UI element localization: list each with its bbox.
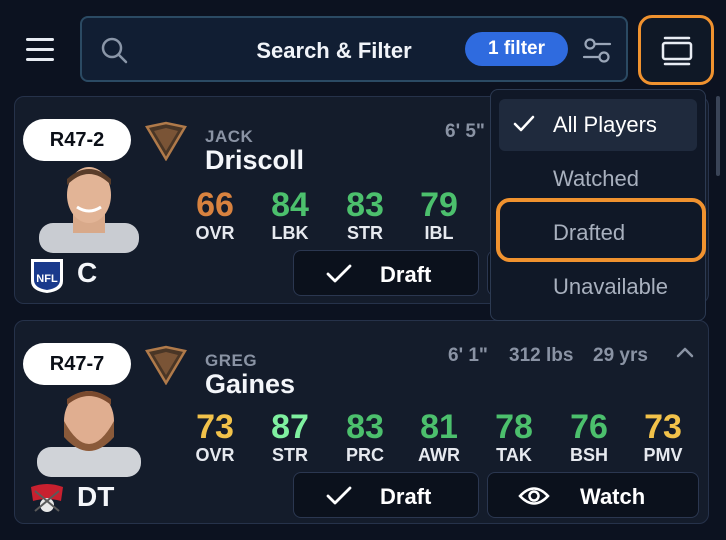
player-card[interactable]: R47-7 GREG Gaines 6' 1" 312 lbs 29 yrs D…	[14, 320, 709, 524]
view-mode-button[interactable]	[638, 15, 714, 85]
watch-button[interactable]: Watch	[487, 472, 699, 518]
stat-str: 87 STR	[271, 408, 309, 465]
player-last-name: Gaines	[205, 369, 296, 399]
dropdown-item-unavailable[interactable]: Unavailable	[499, 261, 697, 313]
stat-tak: 78 TAK	[495, 408, 533, 465]
checkmark-icon	[513, 115, 535, 132]
buccaneers-logo-icon	[31, 484, 63, 512]
player-first-name: JACK	[205, 127, 254, 146]
stat-str: 83 STR	[346, 186, 384, 243]
dropdown-item-all-players[interactable]: All Players	[499, 99, 697, 151]
dropdown-item-label: Unavailable	[553, 274, 668, 299]
rank-badge: R47-2	[23, 119, 131, 161]
nfl-logo-icon: NFL	[31, 259, 63, 293]
sliders-icon[interactable]	[582, 35, 612, 65]
dropdown-item-label: All Players	[553, 112, 657, 137]
draft-label: Draft	[380, 484, 432, 509]
checkmark-icon	[326, 264, 352, 283]
stat-bsh: 76 BSH	[569, 408, 608, 465]
player-first-name: GREG	[205, 351, 258, 370]
player-position: C	[77, 257, 98, 288]
rank-badge: R47-7	[23, 343, 131, 385]
player-age: 29 yrs	[593, 345, 648, 366]
player-photo	[39, 167, 139, 253]
scrollbar[interactable]	[716, 96, 720, 176]
stat-ovr: 66 OVR	[195, 186, 235, 243]
chevron-up-icon[interactable]	[675, 345, 695, 359]
draft-button[interactable]: Draft	[293, 250, 479, 296]
eye-icon	[518, 487, 550, 505]
player-last-name: Driscoll	[205, 145, 305, 175]
draft-label: Draft	[380, 262, 432, 287]
stat-ibl: 79 IBL	[420, 186, 458, 243]
filter-count-badge[interactable]: 1 filter	[465, 32, 568, 66]
player-weight: 312 lbs	[509, 345, 574, 366]
stat-pmv: 73 PMV	[643, 408, 683, 465]
player-height: 6' 1"	[448, 345, 488, 366]
card-view-icon	[661, 36, 693, 66]
player-photo	[37, 391, 141, 477]
stat-prc: 83 PRC	[345, 408, 384, 465]
tier-badge-icon	[145, 345, 187, 385]
drafted-highlight-ring	[496, 198, 706, 262]
stat-ovr: 73 OVR	[195, 408, 235, 465]
stat-lbk: 84 LBK	[271, 186, 309, 243]
stat-awr: 81 AWR	[418, 408, 460, 465]
watch-label: Watch	[580, 484, 646, 509]
checkmark-icon	[326, 486, 352, 505]
search-filter-bar[interactable]: Search & Filter 1 filter	[80, 16, 628, 82]
menu-icon[interactable]	[22, 34, 60, 66]
svg-text:NFL: NFL	[36, 273, 58, 285]
player-height: 6' 5"	[445, 121, 485, 142]
player-position: DT	[77, 481, 115, 512]
draft-button[interactable]: Draft	[293, 472, 479, 518]
tier-badge-icon	[145, 121, 187, 161]
